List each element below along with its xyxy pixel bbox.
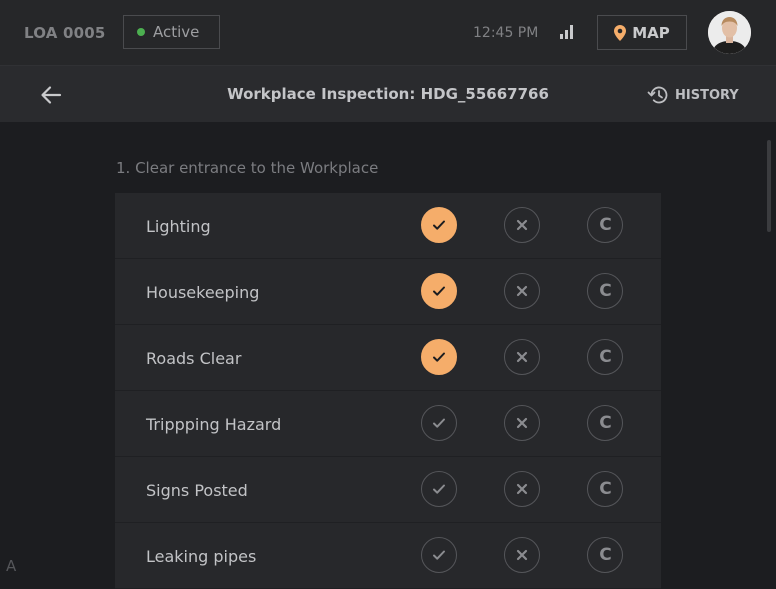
item-label: Lighting xyxy=(146,217,211,236)
history-button[interactable]: HISTORY xyxy=(647,84,739,106)
check-option-button[interactable] xyxy=(421,405,457,441)
cross-icon xyxy=(516,285,528,297)
c-icon: C xyxy=(599,479,612,499)
cross-icon xyxy=(516,483,528,495)
c-option-button[interactable]: C xyxy=(587,405,623,441)
scrollbar[interactable] xyxy=(767,140,771,232)
c-icon: C xyxy=(599,413,612,433)
cross-option-button[interactable] xyxy=(504,207,540,243)
check-icon xyxy=(433,550,445,560)
check-option-button[interactable] xyxy=(421,273,457,309)
list-item: Trippping Hazard C xyxy=(115,391,661,457)
list-item: Leaking pipes C xyxy=(115,523,661,589)
check-option-button[interactable] xyxy=(421,339,457,375)
list-item: Roads Clear C xyxy=(115,325,661,391)
inspection-list: Lighting C Housekeeping C Roads Clear C … xyxy=(115,193,661,589)
check-option-button[interactable] xyxy=(421,537,457,573)
list-item: Lighting C xyxy=(115,193,661,259)
map-button-label: MAP xyxy=(632,23,670,42)
c-option-button[interactable]: C xyxy=(587,339,623,375)
cross-option-button[interactable] xyxy=(504,339,540,375)
clock-time: 12:45 PM xyxy=(473,25,539,41)
signal-strength-icon xyxy=(560,25,573,39)
cross-icon xyxy=(516,549,528,561)
c-icon: C xyxy=(599,215,612,235)
cross-icon xyxy=(516,417,528,429)
top-bar: LOA 0005 Active 12:45 PM MAP xyxy=(0,0,776,66)
c-option-button[interactable]: C xyxy=(587,207,623,243)
cross-icon xyxy=(516,219,528,231)
map-pin-icon xyxy=(614,24,627,41)
map-button[interactable]: MAP xyxy=(597,15,687,50)
c-icon: C xyxy=(599,545,612,565)
item-label: Roads Clear xyxy=(146,349,242,368)
history-icon xyxy=(647,86,668,104)
item-label: Housekeeping xyxy=(146,283,260,302)
corner-letter: A xyxy=(6,557,17,575)
item-label: Trippping Hazard xyxy=(146,415,282,434)
check-icon xyxy=(433,286,445,296)
check-icon xyxy=(433,418,445,428)
user-avatar[interactable] xyxy=(708,11,751,54)
loa-id: LOA 0005 xyxy=(24,24,106,42)
cross-option-button[interactable] xyxy=(504,273,540,309)
c-icon: C xyxy=(599,281,612,301)
status-label: Active xyxy=(153,23,200,41)
cross-option-button[interactable] xyxy=(504,405,540,441)
c-option-button[interactable]: C xyxy=(587,273,623,309)
history-label: HISTORY xyxy=(675,87,739,103)
status-dot-icon xyxy=(137,28,145,36)
list-item: Housekeeping C xyxy=(115,259,661,325)
check-icon xyxy=(433,220,445,230)
user-portrait-icon xyxy=(708,11,751,54)
cross-option-button[interactable] xyxy=(504,471,540,507)
item-label: Signs Posted xyxy=(146,481,248,500)
check-icon xyxy=(433,484,445,494)
c-icon: C xyxy=(599,347,612,367)
status-badge[interactable]: Active xyxy=(123,15,220,49)
c-option-button[interactable]: C xyxy=(587,471,623,507)
item-label: Leaking pipes xyxy=(146,547,257,566)
check-option-button[interactable] xyxy=(421,471,457,507)
cross-icon xyxy=(516,351,528,363)
c-option-button[interactable]: C xyxy=(587,537,623,573)
section-title: 1. Clear entrance to the Workplace xyxy=(116,159,379,177)
check-option-button[interactable] xyxy=(421,207,457,243)
check-icon xyxy=(433,352,445,362)
cross-option-button[interactable] xyxy=(504,537,540,573)
list-item: Signs Posted C xyxy=(115,457,661,523)
